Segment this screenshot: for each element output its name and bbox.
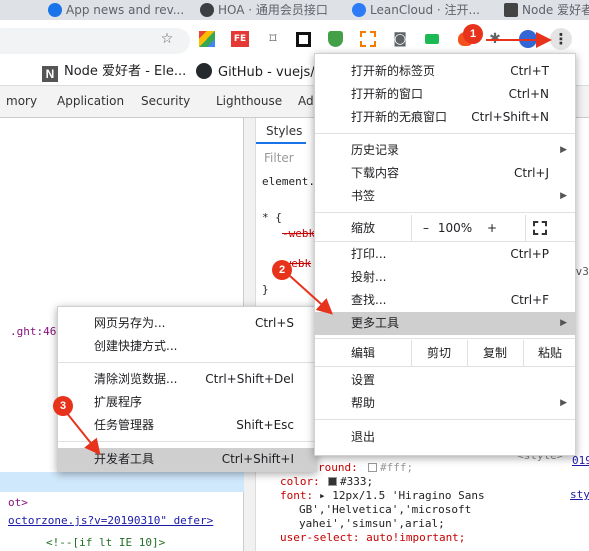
annotation-arrows	[65, 32, 552, 456]
arrow-3	[65, 411, 101, 456]
step-badge-2: 2	[272, 260, 292, 280]
step-badge-1: 1	[463, 24, 483, 44]
step-badge-3: 3	[53, 396, 73, 416]
arrow-2	[289, 275, 333, 315]
